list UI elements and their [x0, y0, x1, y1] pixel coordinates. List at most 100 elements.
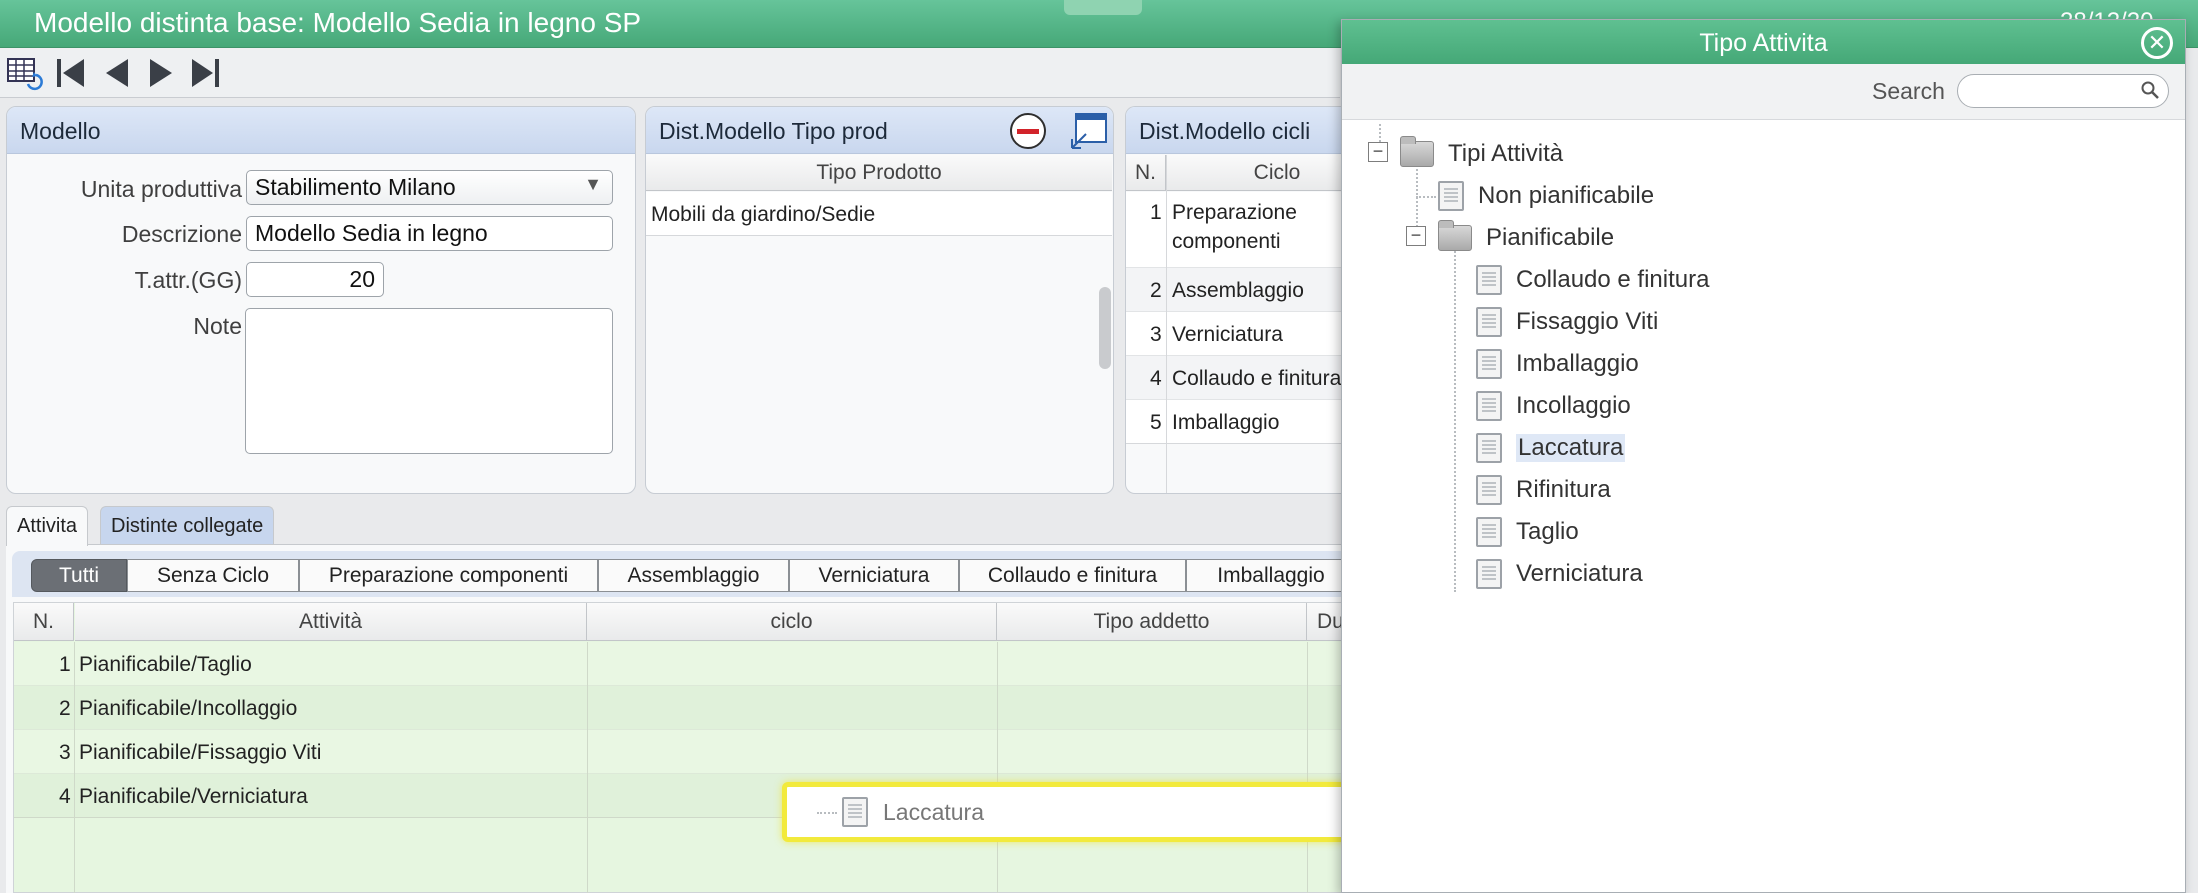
tree-item-label: Verniciatura — [1516, 560, 1643, 587]
previous-record-icon[interactable] — [98, 54, 138, 92]
table-row[interactable]: 1 Preparazione componenti — [1126, 192, 1365, 268]
tree-item[interactable]: Taglio — [1476, 516, 1579, 548]
row-attivita: Pianificabile/Verniciatura — [79, 785, 308, 808]
filter-senza-ciclo[interactable]: Senza Ciclo — [127, 559, 299, 592]
table-row[interactable]: 3 Verniciatura — [1126, 312, 1365, 356]
search-label: Search — [1872, 78, 1945, 104]
descrizione-label: Descrizione — [121, 221, 242, 247]
row-n: 1 — [59, 653, 71, 676]
tree-item-selected[interactable]: Laccatura — [1476, 432, 1626, 464]
filter-assemblaggio[interactable]: Assemblaggio — [598, 559, 789, 592]
note-label: Note — [193, 313, 242, 339]
record-toolbar — [0, 48, 1340, 98]
filter-imballaggio[interactable]: Imballaggio — [1186, 559, 1356, 592]
cicli-ciclo: Verniciatura — [1172, 323, 1283, 346]
tree-item[interactable]: Incollaggio — [1476, 390, 1631, 422]
cicli-panel: Dist.Modello cicli N. Ciclo 1 Preparazio… — [1125, 106, 1365, 494]
unita-value: Stabilimento Milano — [255, 174, 456, 200]
table-view-icon[interactable] — [6, 54, 46, 92]
cicli-ciclo-col: Ciclo — [1167, 155, 1365, 191]
document-icon — [1476, 307, 1502, 337]
row-attivita: Pianificabile/Fissaggio Viti — [79, 741, 322, 764]
popup-title: Tipo Attivita — [1342, 20, 2185, 64]
close-icon[interactable]: ✕ — [2141, 27, 2173, 59]
tattr-label: T.attr.(GG) — [134, 267, 242, 293]
table-row[interactable]: 4 Collaudo e finitura — [1126, 356, 1365, 400]
remove-icon[interactable] — [1010, 113, 1046, 149]
row-n: 3 — [59, 741, 71, 764]
tree-pianificabile-label: Pianificabile — [1486, 224, 1615, 251]
chevron-down-icon: ▼ — [584, 174, 602, 194]
document-icon — [1476, 559, 1502, 589]
table-row[interactable]: 2 Pianificabile/Incollaggio — [14, 686, 1344, 730]
row-n: 4 — [59, 785, 71, 808]
document-icon — [1438, 181, 1464, 211]
document-icon — [842, 797, 868, 827]
cicli-header: Dist.Modello cicli — [1126, 107, 1365, 154]
search-bar: Search — [1342, 64, 2185, 120]
tab-distinte-collegate[interactable]: Distinte collegate — [100, 506, 275, 545]
table-row[interactable]: 3 Pianificabile/Fissaggio Viti — [14, 730, 1344, 774]
row-attivita: Pianificabile/Taglio — [79, 653, 252, 676]
first-record-icon[interactable] — [52, 54, 92, 92]
filter-verniciatura[interactable]: Verniciatura — [789, 559, 959, 592]
collapse-toggle-pianificabile[interactable]: − — [1406, 226, 1426, 246]
tattr-field[interactable]: 20 — [246, 262, 384, 297]
search-icon — [2140, 80, 2160, 105]
modello-panel: Modello Unita produttiva Stabilimento Mi… — [6, 106, 636, 494]
table-row[interactable]: Mobili da giardino/Sedie — [646, 192, 1112, 236]
tree-item[interactable]: Collaudo e finitura — [1476, 264, 1709, 296]
cicli-n-col: N. — [1126, 155, 1166, 191]
next-record-icon[interactable] — [142, 54, 182, 92]
tree-item-label: Collaudo e finitura — [1516, 266, 1710, 293]
table-row[interactable]: 5 Imballaggio — [1126, 400, 1365, 444]
tree-non-pianificabile[interactable]: Non pianificabile — [1438, 180, 1654, 212]
col-tipo-addetto: Tipo addetto — [997, 603, 1307, 641]
tree-item[interactable]: Imballaggio — [1476, 348, 1639, 380]
collapse-toggle-root[interactable]: − — [1368, 142, 1388, 162]
last-record-icon[interactable] — [186, 54, 226, 92]
tree-root-label: Tipi Attività — [1448, 140, 1564, 167]
document-icon — [1476, 433, 1502, 463]
document-icon — [1476, 391, 1502, 421]
col-attivita: Attività — [75, 603, 587, 641]
row-n: 2 — [59, 697, 71, 720]
tree-item[interactable]: Fissaggio Viti — [1476, 306, 1658, 338]
drag-handle[interactable] — [1064, 0, 1142, 15]
tipo-prod-title: Dist.Modello Tipo prod — [659, 118, 888, 144]
unita-select[interactable]: Stabilimento Milano ▼ — [246, 170, 613, 205]
expand-window-icon[interactable] — [1070, 112, 1108, 150]
cicli-n: 1 — [1150, 201, 1162, 224]
cicli-n: 5 — [1150, 411, 1162, 434]
tree-item-label: Laccatura — [1516, 434, 1626, 462]
col-ciclo: ciclo — [587, 603, 997, 641]
row-attivita: Pianificabile/Incollaggio — [79, 697, 298, 720]
activities-grid: N. Attività ciclo Tipo addetto Du 1 Pian… — [13, 602, 1347, 893]
table-row[interactable]: 1 Pianificabile/Taglio — [14, 642, 1344, 686]
tipo-prodotto-cell: Mobili da giardino/Sedie — [651, 203, 876, 226]
cicli-ciclo-cont: componenti — [1172, 230, 1281, 253]
table-row[interactable]: 2 Assemblaggio — [1126, 268, 1365, 312]
filter-tutti[interactable]: Tutti — [31, 559, 127, 592]
drag-label: Laccatura — [883, 799, 985, 825]
scrollbar-thumb[interactable] — [1099, 287, 1111, 369]
tab-attivita[interactable]: Attivita — [6, 506, 89, 546]
tree-item[interactable]: Rifinitura — [1476, 474, 1611, 506]
tipo-prod-panel: Dist.Modello Tipo prod Tipo Prodotto Mob… — [645, 106, 1114, 494]
filter-collaudo[interactable]: Collaudo e finitura — [959, 559, 1186, 592]
modello-header: Modello — [7, 107, 635, 154]
descrizione-field[interactable]: Modello Sedia in legno — [246, 216, 613, 251]
cicli-n: 4 — [1150, 367, 1162, 390]
note-textarea[interactable] — [245, 308, 613, 454]
unita-label: Unita produttiva — [80, 176, 242, 202]
cicli-ciclo: Preparazione — [1172, 201, 1297, 224]
document-icon — [1476, 265, 1502, 295]
tree-non-pianificabile-label: Non pianificabile — [1478, 182, 1655, 209]
filter-preparazione[interactable]: Preparazione componenti — [299, 559, 598, 592]
tipo-attivita-popup: Tipo Attivita ✕ Search − Tipi Attività N… — [1341, 19, 2186, 893]
tree-item[interactable]: Verniciatura — [1476, 558, 1643, 590]
tree-pianificabile[interactable]: Pianificabile — [1438, 220, 1615, 254]
search-input[interactable] — [1957, 74, 2169, 108]
tree-root[interactable]: Tipi Attività — [1400, 136, 1564, 170]
window-title: Modello distinta base: Modello Sedia in … — [34, 7, 642, 38]
